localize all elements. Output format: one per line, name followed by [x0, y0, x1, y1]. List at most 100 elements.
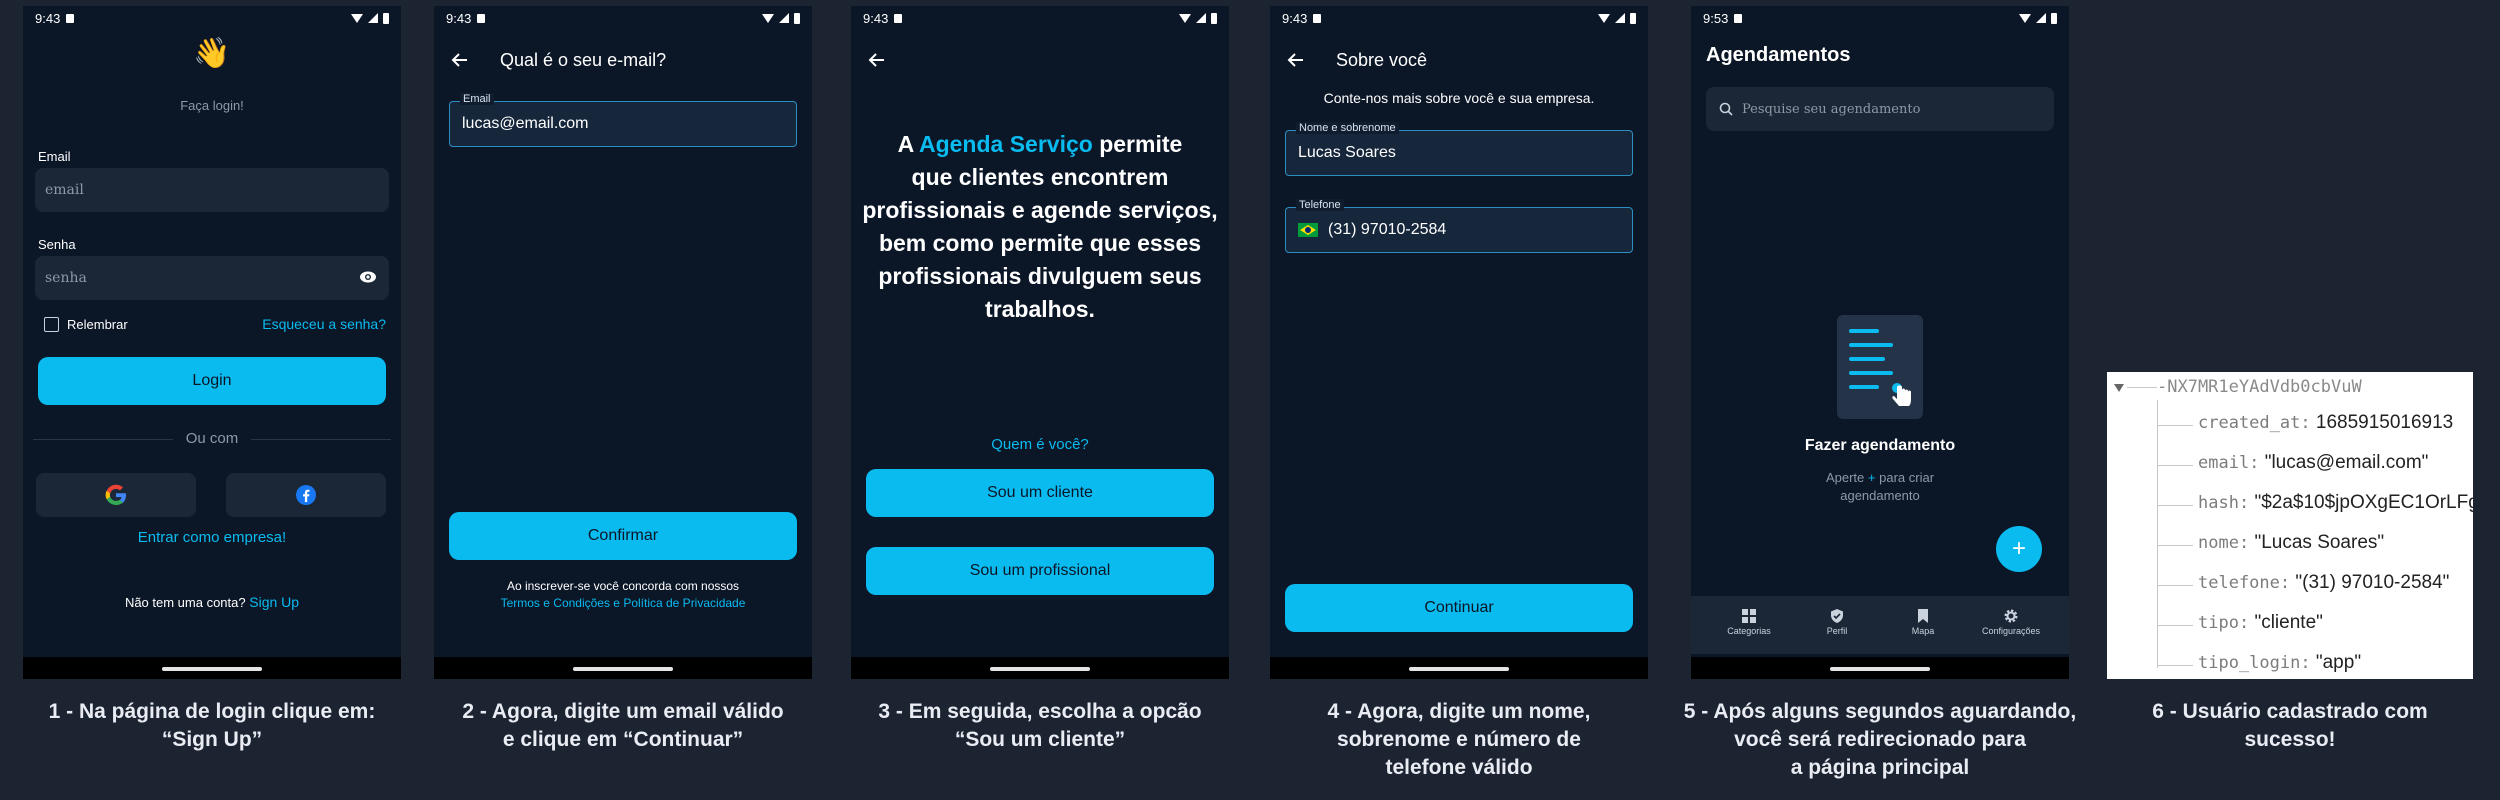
tree-trunk [2157, 400, 2158, 668]
illustration-line [1849, 343, 1893, 347]
signup-link[interactable]: Sign Up [249, 594, 299, 610]
brazil-flag-icon[interactable] [1298, 223, 1318, 237]
bookmark-icon [1918, 609, 1928, 623]
sim-icon [1734, 13, 1743, 23]
client-button[interactable]: Sou um cliente [866, 469, 1214, 517]
battery-icon [1211, 12, 1217, 24]
caption-line: a página principal [1790, 756, 1970, 779]
home-indicator[interactable] [990, 667, 1090, 671]
status-time: 9:43 [446, 10, 472, 26]
email-label: Email [38, 149, 71, 164]
wifi-icon [762, 13, 774, 23]
home-indicator[interactable] [1409, 667, 1509, 671]
caption-line: “Sign Up” [161, 728, 263, 751]
tree-connector [2157, 665, 2193, 666]
sim-icon [477, 13, 486, 23]
illustration-line [1849, 357, 1885, 361]
professional-button[interactable]: Sou um profissional [866, 547, 1214, 595]
phone-screen-role: 9:43 A Agenda Serviço permite que client… [851, 6, 1229, 679]
password-input[interactable]: senha [35, 256, 389, 300]
status-bar: 9:43 [23, 6, 401, 30]
facebook-login-button[interactable] [226, 473, 386, 517]
terms-text: Ao inscrever-se você concorda com nossos [506, 579, 740, 593]
db-field-key: tipo_login: [2198, 653, 2311, 673]
intro-line-2: que clientes encontrem [911, 164, 1169, 190]
terms-link[interactable]: Termos e Condições e Política de Privaci… [434, 596, 812, 610]
signal-icon [1196, 13, 1206, 23]
caption-step-2: 2 - Agora, digite um email válido e cliq… [429, 698, 817, 754]
tree-connector [2157, 545, 2193, 546]
caption-line: “Sou um cliente” [954, 728, 1126, 751]
email-field-label: Email [460, 93, 494, 105]
add-fab-button[interactable]: + [1996, 526, 2042, 572]
caption-step-5: 5 - Após alguns segundos aguardando, voc… [1676, 698, 2084, 782]
search-placeholder: Pesquise seu agendamento [1742, 101, 1921, 117]
phone-screen-schedules: 9:53 Agendamentos Pesquise seu agendamen… [1691, 6, 2069, 679]
continue-button[interactable]: Continuar [1285, 584, 1633, 632]
enterprise-link[interactable]: Entrar como empresa! [23, 529, 401, 546]
home-indicator[interactable] [573, 667, 673, 671]
phone-field-label: Telefone [1296, 199, 1344, 211]
search-input[interactable]: Pesquise seu agendamento [1706, 87, 2054, 131]
db-field-value: "(31) 97010-2584" [2295, 572, 2450, 593]
system-nav-bar [1691, 657, 2069, 679]
name-field[interactable]: Nome e sobrenome Lucas Soares [1285, 122, 1633, 176]
tree-connector [2157, 505, 2193, 506]
db-field-row: created_at: 1685915016913 [2198, 412, 2453, 434]
tree-connector [2127, 387, 2157, 388]
caption-line: sucesso! [2244, 728, 2336, 751]
system-nav-bar [851, 657, 1229, 679]
sim-icon [1313, 13, 1322, 23]
name-field-label: Nome e sobrenome [1296, 122, 1399, 134]
nav-item-perfil[interactable]: Perfil [1797, 608, 1877, 636]
app-bar: Sobre você [1270, 40, 1648, 80]
gear-icon [2004, 609, 2018, 623]
intro-rest: permite [1099, 131, 1183, 157]
phone-screen-email: 9:43 Qual é o seu e-mail? Email lucas@em… [434, 6, 812, 679]
db-field-key: nome: [2198, 533, 2250, 553]
collapse-triangle-icon[interactable] [2114, 384, 2124, 392]
intro-line-5: profissionais divulguem seus [878, 263, 1202, 289]
caption-step-4: 4 - Agora, digite um nome, sobrenome e n… [1265, 698, 1653, 782]
back-arrow-icon[interactable] [867, 50, 887, 70]
nav-label: Perfil [1826, 626, 1848, 636]
page-title: Qual é o seu e-mail? [500, 50, 667, 70]
wifi-icon [1598, 13, 1610, 23]
remember-checkbox[interactable] [44, 317, 59, 332]
home-indicator[interactable] [162, 667, 262, 671]
confirm-button[interactable]: Confirmar [449, 512, 797, 560]
nav-item-mapa[interactable]: Mapa [1883, 608, 1963, 636]
nav-item-categorias[interactable]: Categorias [1709, 608, 1789, 636]
db-field-value: "app" [2315, 652, 2362, 673]
db-field-key: email: [2198, 453, 2260, 473]
email-input[interactable]: email [35, 168, 389, 212]
phone-field-value: (31) 97010-2584 [1328, 221, 1447, 238]
caption-line: 6 - Usuário cadastrado com [2152, 700, 2428, 723]
back-arrow-icon[interactable] [450, 50, 470, 70]
caption-line: telefone válido [1385, 756, 1533, 779]
phone-field[interactable]: Telefone (31) 97010-2584 [1285, 199, 1633, 253]
record-key: -NX7MR1eYAdVdb0cbVuW [2157, 377, 2362, 397]
eye-icon[interactable] [359, 270, 377, 284]
intro-line-4: bem como permite que esses [878, 230, 1202, 256]
google-login-button[interactable] [36, 473, 196, 517]
intro-a: A [897, 131, 914, 157]
login-button[interactable]: Login [38, 357, 386, 405]
email-field[interactable]: Email lucas@email.com [449, 93, 797, 147]
battery-icon [1630, 12, 1636, 24]
remember-label: Relembrar [67, 317, 128, 332]
db-field-value: "lucas@email.com" [2264, 452, 2429, 473]
status-bar: 9:43 [434, 6, 812, 30]
wifi-icon [2019, 13, 2031, 23]
intro-line-1: A Agenda Serviço permite [851, 128, 1229, 161]
sim-icon [894, 13, 903, 23]
status-time: 9:43 [1282, 10, 1308, 26]
home-indicator[interactable] [1830, 667, 1930, 671]
forgot-password-link[interactable]: Esqueceu a senha? [262, 316, 386, 332]
db-field-row: tipo_login: "app" [2198, 652, 2361, 674]
empty-hint-line-2: agendamento [1840, 488, 1920, 503]
nav-item-configuracoes[interactable]: Configurações [1971, 608, 2051, 636]
wifi-icon [1179, 13, 1191, 23]
db-field-value: "Lucas Soares" [2254, 532, 2385, 553]
back-arrow-icon[interactable] [1286, 50, 1306, 70]
